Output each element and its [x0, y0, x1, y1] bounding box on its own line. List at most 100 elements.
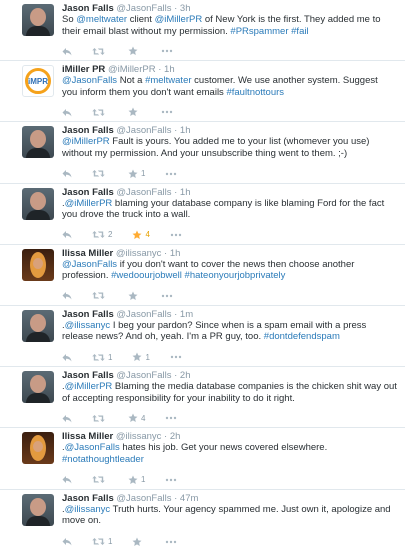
tweet-link[interactable]: @iMillerPR [65, 381, 113, 392]
tweet-link[interactable]: #meltwater [145, 75, 191, 86]
author-name[interactable]: Ilissa Miller [62, 248, 113, 259]
reply-button[interactable] [62, 45, 72, 57]
reply-button[interactable] [62, 168, 72, 180]
author-handle[interactable]: @JasonFalls [116, 3, 171, 14]
tweet[interactable]: Jason Falls @JasonFalls · 1m .@ilissanyc … [0, 306, 405, 368]
more-button[interactable] [165, 168, 177, 180]
tweet-link[interactable]: #PRspammer [230, 26, 288, 37]
favorite-button[interactable] [128, 106, 141, 118]
tweet-link[interactable]: #faultnottours [226, 87, 284, 98]
tweet[interactable]: iMPR iMiller PR @iMillerPR · 1h @JasonFall… [0, 61, 405, 123]
avatar[interactable] [22, 309, 54, 342]
reply-button[interactable] [62, 351, 72, 363]
author-name[interactable]: Ilissa Miller [62, 431, 113, 442]
author-handle[interactable]: @JasonFalls [116, 309, 171, 320]
tweet[interactable]: Jason Falls @JasonFalls · 3h So @meltwate… [0, 0, 405, 62]
favorite-button[interactable]: 4 [128, 412, 145, 424]
tweet-link[interactable]: #notathoughtleader [62, 454, 144, 465]
retweet-button[interactable]: 1 [92, 536, 112, 548]
favorite-button[interactable]: 1 [132, 351, 150, 363]
favorite-button[interactable]: 4 [132, 229, 150, 241]
more-button[interactable] [165, 412, 177, 424]
reply-button[interactable] [62, 536, 72, 548]
tweet[interactable]: Ilissa Miller @ilissanyc · 1h @JasonFalls… [0, 245, 405, 306]
tweet-link[interactable]: @meltwater [76, 14, 127, 25]
author-handle[interactable]: @JasonFalls [116, 187, 171, 198]
more-button[interactable] [170, 351, 182, 363]
timestamp[interactable]: 2h [180, 370, 191, 381]
author-handle[interactable]: @JasonFalls [116, 125, 171, 136]
timestamp[interactable]: 1h [164, 64, 175, 75]
retweet-button[interactable] [92, 290, 108, 302]
tweet-link[interactable]: @iMillerPR [65, 198, 113, 209]
avatar[interactable] [22, 126, 54, 159]
avatar[interactable] [22, 4, 54, 36]
avatar[interactable] [22, 432, 54, 465]
favorite-button[interactable] [132, 536, 145, 548]
avatar[interactable] [22, 493, 54, 526]
retweet-button[interactable] [92, 168, 108, 180]
tweet-link[interactable]: @ilissanyc [65, 504, 111, 515]
author-name[interactable]: Jason Falls [62, 125, 114, 136]
separator-dot: · [171, 125, 180, 137]
favorite-button[interactable]: 1 [128, 168, 145, 180]
more-button[interactable] [165, 536, 177, 548]
tweet-link[interactable]: @JasonFalls [62, 259, 117, 270]
author-name[interactable]: Jason Falls [62, 309, 114, 320]
more-button[interactable] [161, 290, 173, 302]
tweet[interactable]: Ilissa Miller @ilissanyc · 2h .@JasonFall… [0, 428, 405, 490]
author-name[interactable]: Jason Falls [62, 493, 114, 504]
favorite-button[interactable] [128, 45, 141, 57]
avatar[interactable] [22, 371, 54, 404]
retweet-button[interactable] [92, 412, 108, 424]
tweet-link[interactable]: @JasonFalls [62, 75, 117, 86]
author-name[interactable]: Jason Falls [62, 370, 114, 381]
tweet-link[interactable]: #wedoourjobwell [111, 270, 182, 281]
tweet-link[interactable]: #dontdefendspam [264, 331, 340, 342]
author-handle[interactable]: @iMillerPR [108, 64, 156, 75]
tweet-link[interactable]: @iMillerPR [62, 136, 110, 147]
author-handle[interactable]: @JasonFalls [116, 370, 171, 381]
reply-button[interactable] [62, 474, 72, 486]
retweet-button[interactable]: 2 [92, 229, 112, 241]
more-button[interactable] [170, 229, 182, 241]
favorite-button[interactable]: 1 [128, 474, 145, 486]
timestamp[interactable]: 3h [180, 3, 191, 14]
author-handle[interactable]: @JasonFalls [116, 493, 171, 504]
reply-button[interactable] [62, 106, 72, 118]
more-button[interactable] [161, 45, 173, 57]
tweet[interactable]: Jason Falls @JasonFalls · 1h .@iMillerPR … [0, 184, 405, 245]
reply-button[interactable] [62, 229, 72, 241]
retweet-button[interactable] [92, 474, 108, 486]
tweet[interactable]: Jason Falls @JasonFalls · 2h .@iMillerPR … [0, 367, 405, 429]
timestamp[interactable]: 1m [180, 309, 193, 320]
timestamp[interactable]: 1h [180, 125, 191, 136]
retweet-button[interactable]: 1 [92, 351, 112, 363]
reply-button[interactable] [62, 412, 72, 424]
more-button[interactable] [161, 106, 173, 118]
avatar[interactable]: iMPR [22, 65, 54, 98]
timestamp[interactable]: 1h [170, 248, 181, 259]
tweet-link[interactable]: #fail [291, 26, 308, 37]
author-handle[interactable]: @ilissanyc [116, 431, 162, 442]
tweet-link[interactable]: @JasonFalls [65, 442, 120, 453]
avatar[interactable] [22, 248, 54, 281]
avatar[interactable] [22, 187, 54, 220]
timestamp[interactable]: 2h [170, 431, 181, 442]
favorite-button[interactable] [128, 290, 141, 302]
tweet-link[interactable]: @iMillerPR [155, 14, 203, 25]
timestamp[interactable]: 1h [180, 187, 191, 198]
author-handle[interactable]: @ilissanyc [116, 248, 162, 259]
more-button[interactable] [165, 474, 177, 486]
retweet-button[interactable] [92, 106, 108, 118]
tweet-link[interactable]: @ilissanyc [65, 320, 111, 331]
retweet-button[interactable] [92, 45, 108, 57]
author-name[interactable]: iMiller PR [62, 64, 105, 75]
author-name[interactable]: Jason Falls [62, 3, 114, 14]
reply-button[interactable] [62, 290, 72, 302]
timestamp[interactable]: 47m [180, 493, 198, 504]
tweet[interactable]: Jason Falls @JasonFalls · 47m .@ilissanyc… [0, 490, 405, 551]
tweet-link[interactable]: #hateonyourjobprivately [185, 270, 286, 281]
author-name[interactable]: Jason Falls [62, 187, 114, 198]
tweet[interactable]: Jason Falls @JasonFalls · 1h @iMillerPR F… [0, 122, 405, 184]
